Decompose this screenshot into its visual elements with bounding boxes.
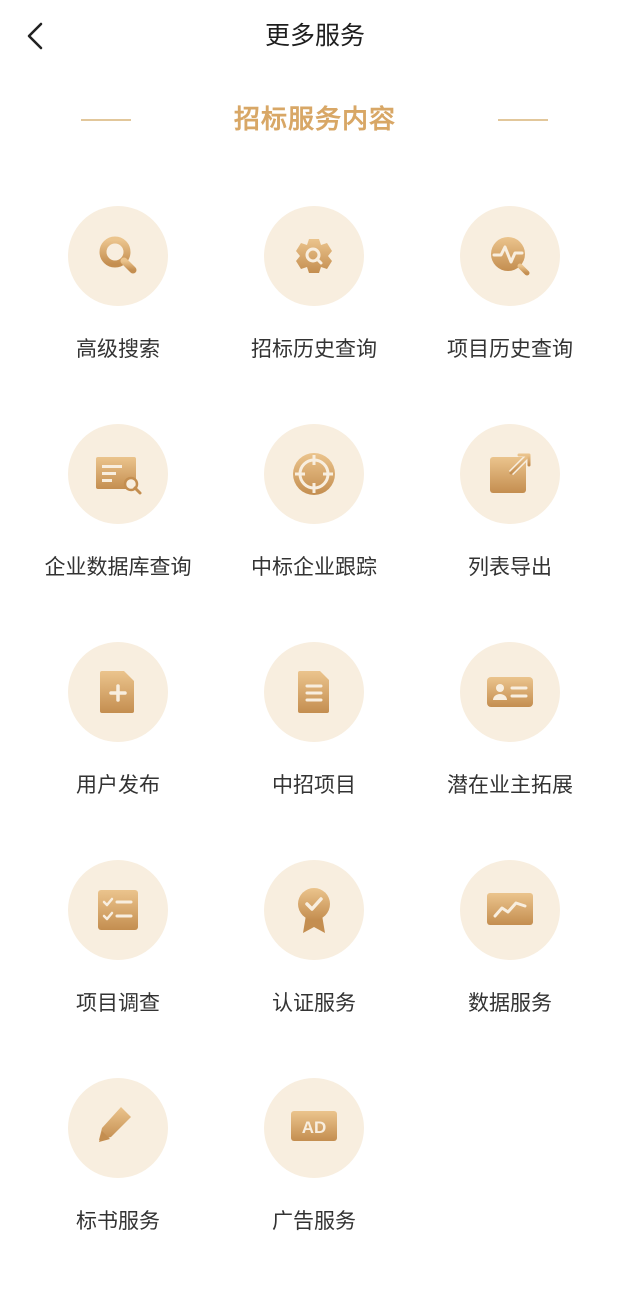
service-list-export[interactable]: 列表导出 (412, 424, 608, 642)
service-label: 列表导出 (468, 555, 552, 579)
icon-circle (68, 206, 168, 306)
icon-circle (460, 424, 560, 524)
service-bid-project[interactable]: 中招项目 (216, 642, 412, 860)
ad-icon-text: AD (302, 1118, 327, 1137)
database-search-icon (96, 457, 142, 495)
service-project-history[interactable]: 项目历史查询 (412, 206, 608, 424)
service-label: 项目历史查询 (447, 337, 573, 361)
badge-icon (298, 888, 330, 933)
service-advertising[interactable]: AD 广告服务 (216, 1078, 412, 1296)
icon-circle (68, 1078, 168, 1178)
pulse-search-icon (491, 237, 530, 276)
export-icon (490, 453, 531, 493)
gear-search-icon (296, 239, 332, 273)
icon-circle: AD (264, 1078, 364, 1178)
icon-circle (460, 860, 560, 960)
icon-circle (68, 642, 168, 742)
page-title: 更多服务 (264, 21, 365, 50)
icon-circle (264, 860, 364, 960)
add-document-icon (100, 671, 134, 713)
icon-circle (68, 424, 168, 524)
service-grid: 高级搜索 招标历史查询 项目历史查询 企业数据库查询 中标企业跟踪 列表导出 用… (20, 206, 610, 1296)
icon-circle (460, 206, 560, 306)
service-certification[interactable]: 认证服务 (216, 860, 412, 1078)
service-project-survey[interactable]: 项目调查 (20, 860, 216, 1078)
service-data[interactable]: 数据服务 (412, 860, 608, 1078)
icon-circle (264, 206, 364, 306)
divider-right (498, 119, 548, 121)
document-icon (298, 671, 329, 713)
id-card-icon (487, 677, 533, 707)
section-header: 招标服务内容 (0, 100, 630, 140)
service-bid-history[interactable]: 招标历史查询 (216, 206, 412, 424)
service-advanced-search[interactable]: 高级搜索 (20, 206, 216, 424)
service-winner-tracking[interactable]: 中标企业跟踪 (216, 424, 412, 642)
icon-circle (264, 424, 364, 524)
pen-icon (99, 1107, 142, 1149)
service-tender-document[interactable]: 标书服务 (20, 1078, 216, 1296)
checklist-icon (98, 890, 138, 930)
service-owner-expansion[interactable]: 潜在业主拓展 (412, 642, 608, 860)
ad-icon: AD (289, 1111, 339, 1148)
service-user-publish[interactable]: 用户发布 (20, 642, 216, 860)
chart-icon (487, 893, 533, 931)
service-label: 潜在业主拓展 (447, 773, 573, 797)
service-company-database[interactable]: 企业数据库查询 (20, 424, 216, 642)
search-icon (99, 236, 137, 274)
service-label: 广告服务 (272, 1209, 356, 1233)
nav-bar: 更多服务 (0, 0, 630, 72)
icon-circle (460, 642, 560, 742)
icon-circle (68, 860, 168, 960)
target-icon (293, 453, 335, 495)
icon-circle (264, 642, 364, 742)
service-label: 数据服务 (468, 991, 552, 1015)
